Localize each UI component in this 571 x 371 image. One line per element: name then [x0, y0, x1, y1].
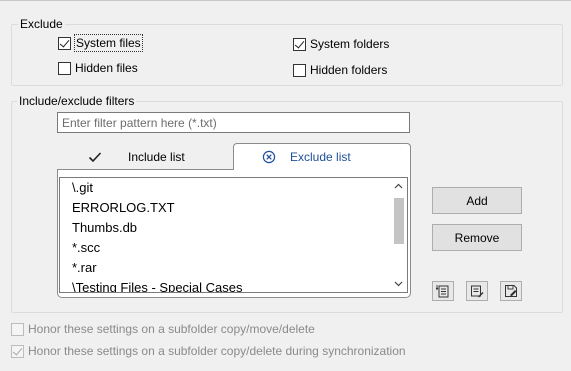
exclude-list-panel: \.git ERRORLOG.TXT Thumbs.db *.scc *.rar…: [57, 169, 411, 298]
exclude-group: [11, 24, 563, 86]
add-button[interactable]: Add: [432, 187, 522, 214]
list-item[interactable]: *.rar: [60, 258, 390, 278]
hidden-files-checkbox-row[interactable]: Hidden files: [58, 60, 138, 76]
system-folders-label: System folders: [310, 37, 390, 51]
exclude-group-title: Exclude: [18, 17, 65, 31]
tab-exclude-list[interactable]: Exclude list: [233, 143, 411, 170]
subfolder-sync-checkbox-row[interactable]: Honor these settings on a subfolder copy…: [11, 343, 406, 359]
tab-include-list-label: Include list: [128, 149, 185, 164]
scroll-up-button[interactable]: [390, 179, 407, 193]
list-item[interactable]: *.scc: [60, 238, 390, 258]
list-item[interactable]: Thumbs.db: [60, 218, 390, 238]
chevron-up-icon: [394, 183, 403, 189]
list-scrollbar[interactable]: [390, 178, 407, 292]
tab-include-list[interactable]: Include list: [57, 143, 234, 170]
remove-button[interactable]: Remove: [432, 224, 522, 251]
window-top-border: [0, 0, 571, 1]
exclude-listbox[interactable]: \.git ERRORLOG.TXT Thumbs.db *.scc *.rar…: [59, 177, 408, 293]
subfolder-copy-checkbox-row[interactable]: Honor these settings on a subfolder copy…: [11, 321, 315, 337]
subfolder-sync-label: Honor these settings on a subfolder copy…: [28, 344, 406, 358]
system-folders-checkbox[interactable]: [293, 37, 306, 51]
import-list-button[interactable]: [432, 281, 454, 301]
edit-list-button[interactable]: [466, 281, 488, 301]
list-item[interactable]: \Testing Files - Special Cases: [60, 278, 390, 292]
system-files-checkbox[interactable]: [58, 36, 71, 50]
edit-list-icon: [471, 285, 484, 298]
hidden-folders-checkbox[interactable]: [293, 63, 306, 77]
import-list-icon: [436, 285, 449, 298]
filter-pattern-input[interactable]: [57, 112, 410, 133]
circle-x-icon: [262, 150, 276, 164]
tab-exclude-list-label: Exclude list: [290, 150, 351, 164]
system-files-checkbox-row[interactable]: System files: [58, 34, 143, 52]
hidden-folders-checkbox-row[interactable]: Hidden folders: [293, 62, 387, 78]
filters-group-title: Include/exclude filters: [17, 94, 137, 108]
save-list-button[interactable]: [500, 281, 522, 301]
system-files-label: System files: [74, 34, 143, 52]
checkmark-icon: [88, 151, 102, 162]
subfolder-copy-label: Honor these settings on a subfolder copy…: [28, 322, 315, 336]
list-item[interactable]: \.git: [60, 178, 390, 198]
system-folders-checkbox-row[interactable]: System folders: [293, 36, 389, 52]
subfolder-copy-checkbox[interactable]: [11, 322, 24, 336]
hidden-files-label: Hidden files: [75, 61, 138, 75]
exclude-list-items: \.git ERRORLOG.TXT Thumbs.db *.scc *.rar…: [60, 178, 390, 292]
hidden-folders-label: Hidden folders: [310, 63, 388, 77]
scroll-down-button[interactable]: [390, 277, 407, 291]
chevron-down-icon: [394, 281, 403, 287]
list-item[interactable]: ERRORLOG.TXT: [60, 198, 390, 218]
save-icon: [505, 285, 517, 297]
scroll-thumb[interactable]: [394, 198, 404, 244]
subfolder-sync-checkbox[interactable]: [11, 344, 24, 358]
hidden-files-checkbox[interactable]: [58, 61, 71, 75]
